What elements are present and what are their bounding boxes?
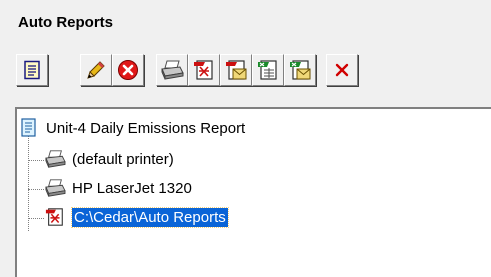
tree-connector [28, 218, 44, 219]
add-pdf-button[interactable] [188, 54, 220, 86]
group-title: Auto Reports [18, 14, 113, 31]
tree-node-report[interactable]: Unit-4 Daily Emissions Report [18, 116, 245, 140]
tree-node-default-printer[interactable]: (default printer) [44, 147, 174, 171]
add-pdf-icon [193, 59, 215, 81]
edit-pencil-icon [86, 60, 106, 80]
tree-node-hp-printer[interactable]: HP LaserJet 1320 [44, 176, 192, 200]
pdf-folder-icon [44, 206, 66, 228]
add-printer-icon [160, 59, 184, 81]
printer-icon [44, 148, 66, 170]
report-properties-button[interactable] [16, 54, 48, 86]
printer-icon [44, 177, 66, 199]
report-properties-icon [22, 60, 42, 80]
tree-node-label: HP LaserJet 1320 [72, 179, 192, 197]
tree-connector [28, 135, 29, 231]
add-excel-button[interactable] [252, 54, 284, 86]
add-excel-icon [257, 59, 279, 81]
add-printer-button[interactable] [156, 54, 188, 86]
remove-button[interactable] [326, 54, 358, 86]
edit-button[interactable] [80, 54, 112, 86]
tree-node-pdf-folder[interactable]: C:\Cedar\Auto Reports [44, 205, 229, 229]
report-tree[interactable]: Unit-4 Daily Emissions Report (default p… [15, 107, 491, 277]
delete-icon [117, 59, 139, 81]
tree-connector [28, 189, 44, 190]
add-pdf-email-icon [225, 59, 247, 81]
delete-button[interactable] [112, 54, 144, 86]
add-pdf-email-button[interactable] [220, 54, 252, 86]
tree-node-label: (default printer) [72, 150, 174, 168]
report-document-icon [18, 117, 40, 139]
tree-connector [28, 160, 44, 161]
add-excel-email-icon [289, 59, 311, 81]
tree-node-label: Unit-4 Daily Emissions Report [46, 119, 246, 137]
tree-node-label: C:\Cedar\Auto Reports [71, 206, 229, 228]
remove-icon [332, 60, 352, 80]
add-excel-email-button[interactable] [284, 54, 316, 86]
